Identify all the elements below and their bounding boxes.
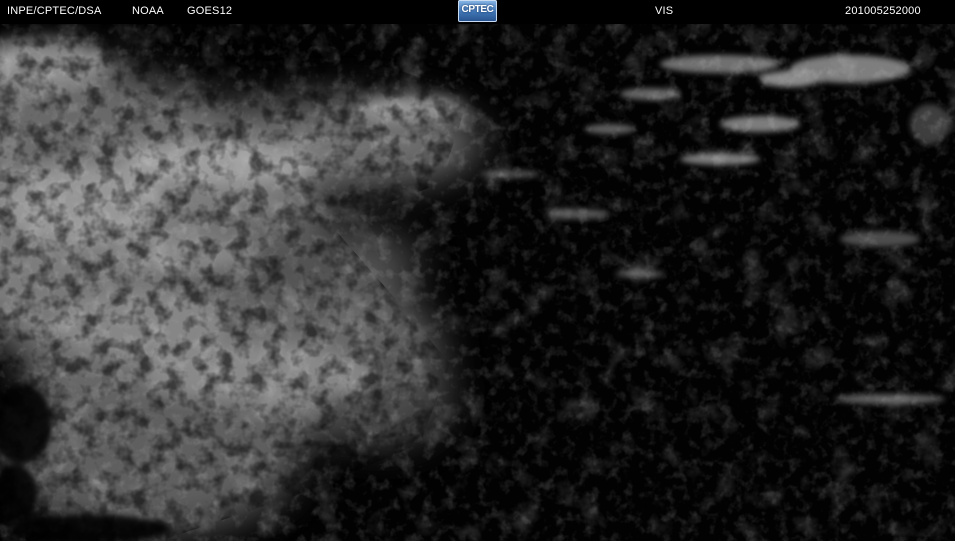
satellite-label: GOES12 xyxy=(187,5,233,17)
header-bar: INPE/CPTEC/DSA NOAA GOES12 CPTEC VIS 201… xyxy=(0,0,955,24)
source-label: NOAA xyxy=(132,5,164,17)
cloud-field xyxy=(0,24,955,541)
cptec-logo: CPTEC xyxy=(458,0,497,22)
channel-label: VIS xyxy=(655,5,674,17)
satellite-image xyxy=(0,24,955,541)
timestamp-label: 201005252000 xyxy=(845,5,921,17)
agency-label: INPE/CPTEC/DSA xyxy=(7,5,102,17)
